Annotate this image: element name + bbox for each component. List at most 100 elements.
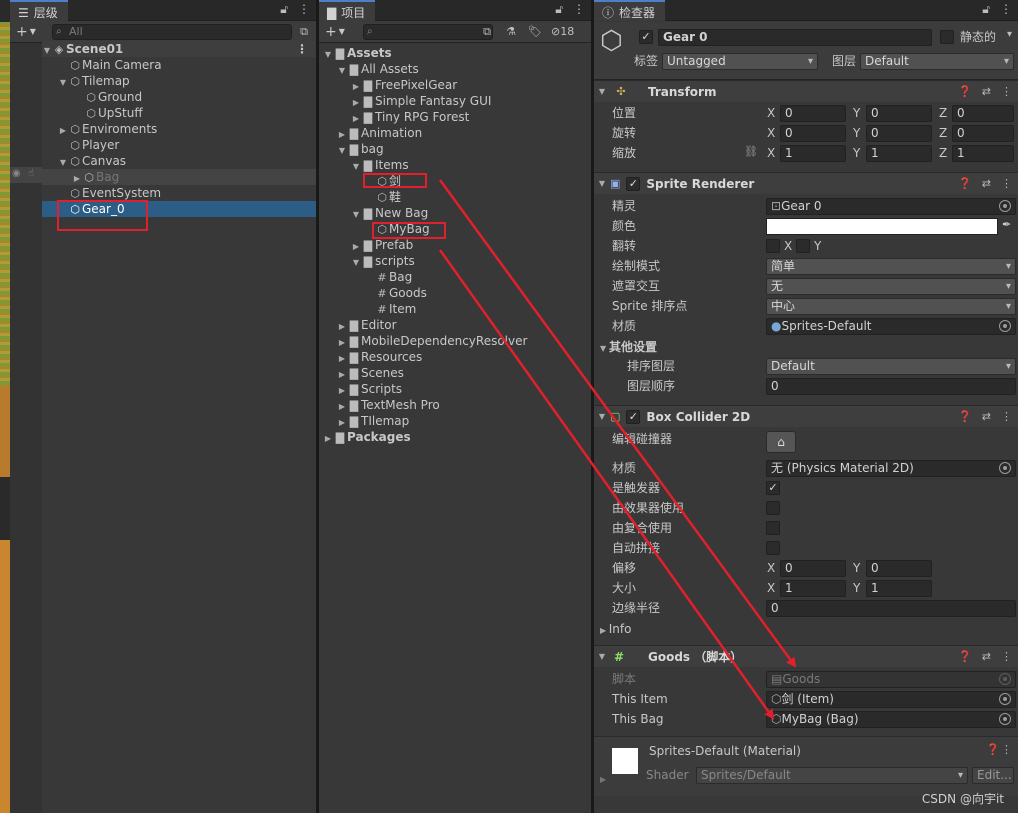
composite-checkbox[interactable] xyxy=(766,521,780,535)
help-icon[interactable]: ❓ xyxy=(958,177,972,190)
more-icon[interactable]: ⋮ xyxy=(573,2,585,17)
sprite-field[interactable]: ⊡Gear 0 xyxy=(766,198,1016,215)
info-foldout[interactable]: ▶ Info xyxy=(600,620,631,638)
offset-y-field[interactable]: 0 xyxy=(866,560,932,577)
eye-icon[interactable]: ◉ xyxy=(12,168,21,179)
flip-x-checkbox[interactable] xyxy=(766,239,780,253)
effector-checkbox[interactable] xyxy=(766,501,780,515)
edit-collider-button[interactable]: ⌂ xyxy=(766,431,796,453)
active-checkbox[interactable]: ✓ xyxy=(639,30,653,44)
mask-dropdown[interactable]: 无 xyxy=(766,278,1016,295)
sorting-layer-dropdown[interactable]: Default xyxy=(766,358,1016,375)
project-item[interactable]: ▶ ▇ Editor xyxy=(319,317,591,333)
transform-rot-z-field[interactable]: 0 xyxy=(952,125,1014,142)
this-bag-field[interactable]: ⬡MyBag (Bag) xyxy=(766,711,1016,728)
size-x-field[interactable]: 1 xyxy=(780,580,846,597)
hierarchy-item[interactable]: ▶ ⬡ Enviroments xyxy=(42,121,316,137)
more-icon[interactable]: ⋮ xyxy=(1000,2,1012,17)
edge-radius-field[interactable]: 0 xyxy=(766,600,1016,617)
project-item[interactable]: ▶ ▇ Scripts xyxy=(319,381,591,397)
sprite-renderer-header[interactable]: ▼ ▣ ✓ Sprite Renderer ❓ ⇄ ⋮ xyxy=(594,172,1018,194)
project-item[interactable]: # Item xyxy=(319,301,591,317)
project-item[interactable]: ▶ ▇ TIlemap xyxy=(319,413,591,429)
transform-header[interactable]: ▼ ✣ Transform ❓ ⇄ ⋮ xyxy=(594,80,1018,102)
create-button[interactable]: + ▼ xyxy=(319,22,349,42)
object-picker-icon[interactable] xyxy=(999,320,1011,332)
project-item[interactable]: ▼ ▇ Items xyxy=(319,157,591,173)
shader-dropdown[interactable]: Sprites/Default xyxy=(696,767,968,784)
static-dropdown-icon[interactable]: ▾ xyxy=(1007,29,1012,40)
more-icon[interactable]: ⋮ xyxy=(1001,410,1012,423)
project-tab[interactable]: ▇ 项目 xyxy=(319,0,376,21)
transform-rot-x-field[interactable]: 0 xyxy=(780,125,846,142)
hierarchy-item[interactable]: ⬡ EventSystem xyxy=(42,185,316,201)
hierarchy-item[interactable]: ▶ ⬡ Bag xyxy=(42,169,316,185)
pick-icon[interactable]: ☝ xyxy=(28,168,34,179)
search-by-type-icon[interactable]: ⧉ xyxy=(479,24,495,40)
object-picker-icon[interactable] xyxy=(999,200,1011,212)
preset-icon[interactable]: ⇄ xyxy=(982,410,991,423)
transform-pos-y-field[interactable]: 0 xyxy=(866,105,932,122)
gameobject-icon[interactable]: ⬡ xyxy=(600,28,623,54)
inspector-tab[interactable]: ⓘ 检查器 xyxy=(594,0,666,21)
project-item[interactable]: ▼ ▇ Assets xyxy=(319,45,591,61)
more-icon[interactable]: ⋮ xyxy=(296,41,308,57)
search-input[interactable]: ⌕ xyxy=(363,24,493,40)
constrain-scale-icon[interactable]: ⛓ xyxy=(744,145,758,158)
color-swatch[interactable] xyxy=(766,218,998,235)
hierarchy-item[interactable]: ⬡ Player xyxy=(42,137,316,153)
autotiling-checkbox[interactable] xyxy=(766,541,780,555)
create-button[interactable]: + ▼ xyxy=(10,22,40,42)
order-field[interactable]: 0 xyxy=(766,378,1016,395)
project-item[interactable]: ▶ ▇ Prefab xyxy=(319,237,591,253)
project-item[interactable]: ▶ ▇ FreePixelGear xyxy=(319,77,591,93)
more-icon[interactable]: ⋮ xyxy=(1001,650,1012,663)
sprite-renderer-enabled-checkbox[interactable]: ✓ xyxy=(626,176,641,191)
search-input[interactable]: ⌕ All xyxy=(52,24,292,40)
lock-icon[interactable]: 🔓︎ xyxy=(555,2,563,17)
hierarchy-item[interactable]: ⬡ Gear_0 xyxy=(10,201,316,217)
project-item[interactable]: ▼ ▇ All Assets xyxy=(319,61,591,77)
object-picker-icon[interactable] xyxy=(999,693,1011,705)
preset-icon[interactable]: ⇄ xyxy=(982,85,991,98)
hierarchy-item[interactable]: ▼ ⬡ Canvas xyxy=(42,153,316,169)
layer-dropdown[interactable]: Default xyxy=(860,53,1014,70)
object-picker-icon[interactable] xyxy=(999,713,1011,725)
project-item[interactable]: ▶ ▇ Packages xyxy=(319,429,591,445)
expand-icon[interactable]: ▶ xyxy=(600,775,606,784)
sprite-material-field[interactable]: ●Sprites-Default xyxy=(766,318,1016,335)
box-collider-enabled-checkbox[interactable]: ✓ xyxy=(626,409,641,424)
size-y-field[interactable]: 1 xyxy=(866,580,932,597)
project-item[interactable]: ▶ ▇ Animation xyxy=(319,125,591,141)
project-item[interactable]: # Goods xyxy=(319,285,591,301)
project-item[interactable]: ▶ ▇ Scenes xyxy=(319,365,591,381)
collider-material-field[interactable]: 无 (Physics Material 2D) xyxy=(766,460,1016,477)
project-item[interactable]: ▼ ▇ bag xyxy=(319,141,591,157)
help-icon[interactable]: ❓ xyxy=(958,650,972,663)
shader-edit-button[interactable]: Edit... xyxy=(972,767,1014,784)
preset-icon[interactable]: ⇄ xyxy=(982,177,991,190)
search-options-icon[interactable]: ⧉ xyxy=(296,24,312,40)
transform-scl-z-field[interactable]: 1 xyxy=(952,145,1014,162)
trigger-checkbox[interactable]: ✓ xyxy=(766,481,780,495)
hierarchy-item[interactable]: ⬡ Main Camera xyxy=(42,57,316,73)
tag-dropdown[interactable]: Untagged xyxy=(662,53,818,70)
more-icon[interactable]: ⋮ xyxy=(1001,177,1012,190)
draw-mode-dropdown[interactable]: 简单 xyxy=(766,258,1016,275)
hierarchy-tab[interactable]: ☰ 层级 xyxy=(10,0,68,21)
transform-pos-x-field[interactable]: 0 xyxy=(780,105,846,122)
more-icon[interactable]: ⋮ xyxy=(1001,85,1012,98)
hierarchy-item[interactable]: ⬡ UpStuff xyxy=(42,105,316,121)
transform-rot-y-field[interactable]: 0 xyxy=(866,125,932,142)
this-item-field[interactable]: ⬡剑 (Item) xyxy=(766,691,1016,708)
project-item[interactable]: ▶ ▇ TextMesh Pro xyxy=(319,397,591,413)
sort-point-dropdown[interactable]: 中心 xyxy=(766,298,1016,315)
lock-icon[interactable]: 🔓︎ xyxy=(982,2,990,17)
box-collider-header[interactable]: ▼ ▢ ✓ Box Collider 2D ❓ ⇄ ⋮ xyxy=(594,405,1018,427)
hierarchy-item[interactable]: ⬡ Ground xyxy=(42,89,316,105)
more-icon[interactable]: ⋮ xyxy=(298,2,310,17)
lock-icon[interactable]: 🔓︎ xyxy=(280,2,288,17)
project-item[interactable]: ▼ ▇ New Bag xyxy=(319,205,591,221)
project-item[interactable]: ▼ ▇ scripts xyxy=(319,253,591,269)
help-icon[interactable]: ❓ xyxy=(958,85,972,98)
